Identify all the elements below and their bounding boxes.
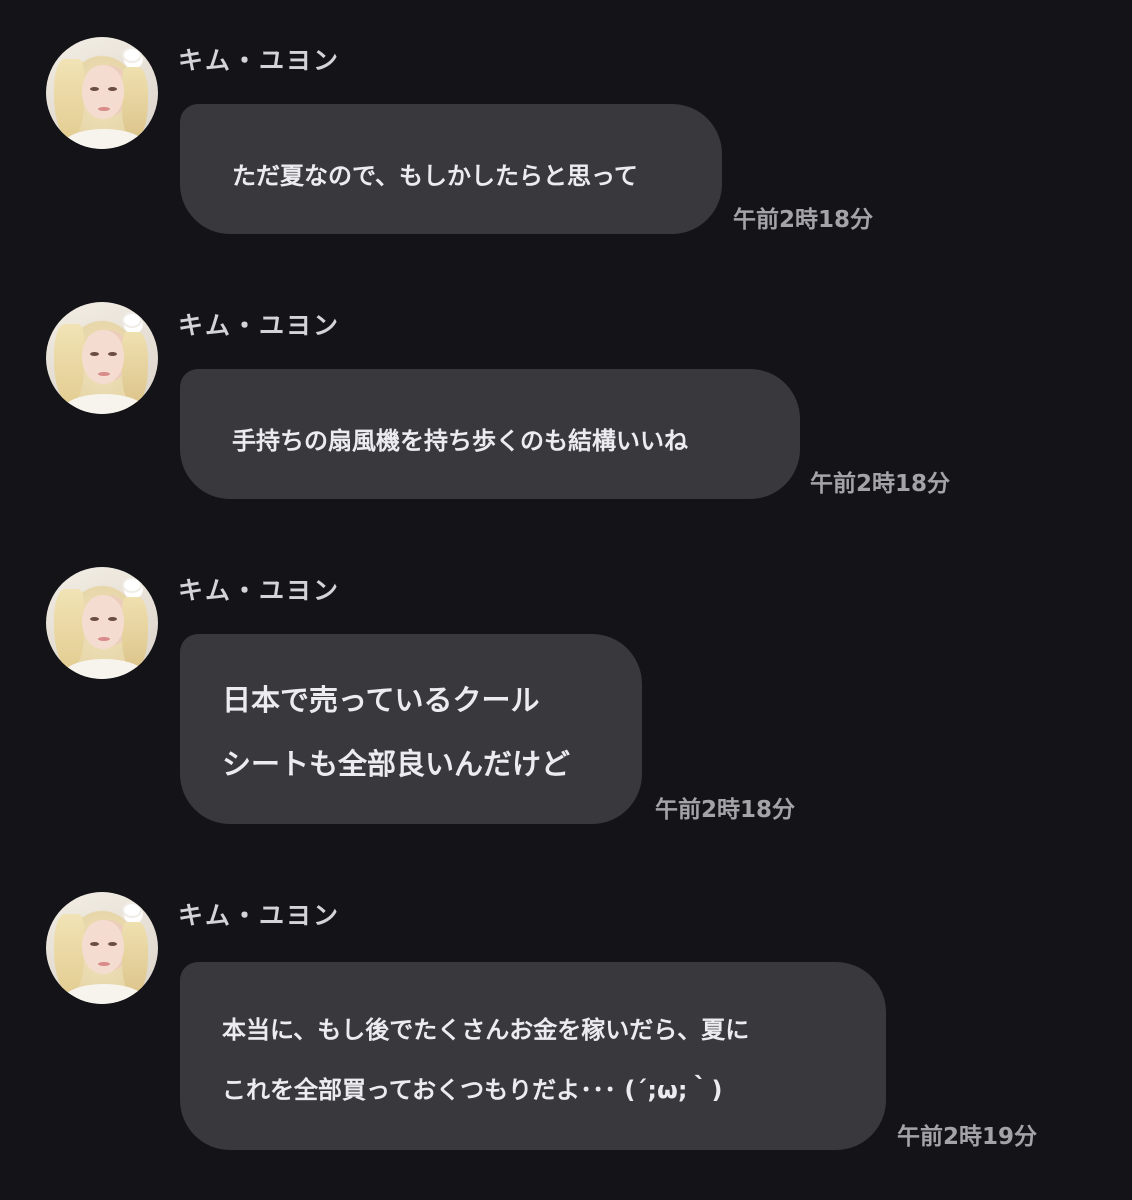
sender-name[interactable]: キム・ユヨン [178,41,340,77]
sender-avatar[interactable] [46,892,158,1004]
sender-name[interactable]: キム・ユヨン [178,896,340,932]
message-text: ただ夏なので、もしかしたらと思って [232,162,638,190]
message-text: 本当に、もし後でたくさんお金を稼いだら、夏に [222,1016,750,1044]
sender-avatar[interactable] [46,302,158,414]
sender-avatar[interactable] [46,37,158,149]
sender-name[interactable]: キム・ユヨン [178,306,340,342]
message-timestamp: 午前2時18分 [810,471,951,497]
message-bubble[interactable]: 本当に、もし後でたくさんお金を稼いだら、夏に これを全部買っておくつもりだよ･･… [180,962,886,1150]
message-bubble[interactable]: 日本で売っているクール シートも全部良いんだけど [180,634,642,824]
message-bubble[interactable]: ただ夏なので、もしかしたらと思って [180,104,722,234]
message-timestamp: 午前2時18分 [655,797,796,823]
message-timestamp: 午前2時19分 [897,1124,1038,1150]
message-text: 日本で売っているクール [222,683,540,717]
message-timestamp: 午前2時18分 [733,207,874,233]
sender-name[interactable]: キム・ユヨン [178,571,340,607]
message-text: 手持ちの扇風機を持ち歩くのも結構いいね [232,427,688,455]
message-text: これを全部買っておくつもりだよ･･･ (´;ω;｀) [222,1076,723,1104]
sender-avatar[interactable] [46,567,158,679]
message-text: シートも全部良いんだけど [222,747,571,781]
message-bubble[interactable]: 手持ちの扇風機を持ち歩くのも結構いいね [180,369,800,499]
